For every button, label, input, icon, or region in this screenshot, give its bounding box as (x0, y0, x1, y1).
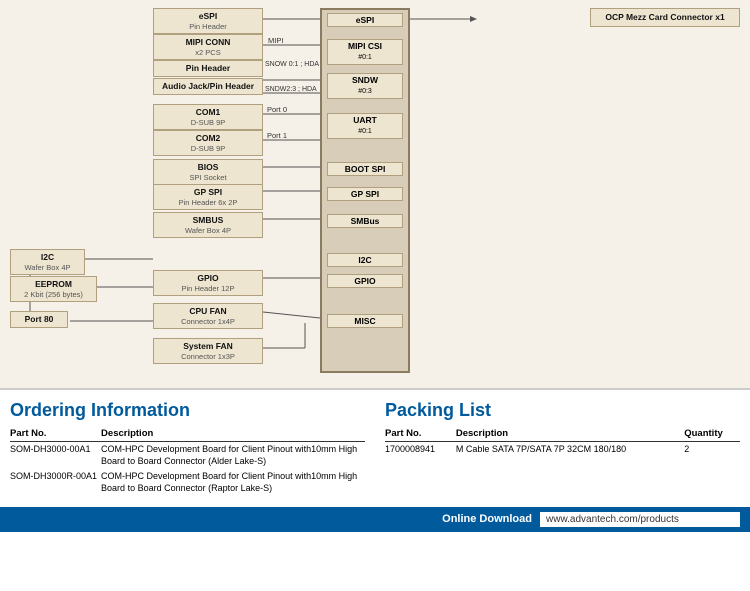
smbus-box: SMBUS Wafer Box 4P (153, 212, 263, 238)
ordering-row2-part: SOM-DH3000R-00A1 (10, 469, 101, 496)
gpio-sub: Pin Header 12P (157, 284, 259, 293)
com2-main: COM2 (157, 133, 259, 144)
mipi-main: MIPI CONN (157, 37, 259, 48)
ordering-row1-desc: COM-HPC Development Board for Client Pin… (101, 442, 365, 470)
sndw-hda-label: SNDW2:3 ; HDA (265, 86, 317, 93)
ocp-mezz-box: OCP Mezz Card Connector x1 (590, 8, 740, 27)
bottom-section: Ordering Information Part No. Descriptio… (0, 390, 750, 497)
ordering-row-1: SOM-DH3000-00A1 COM-HPC Development Boar… (10, 442, 365, 470)
chip-block: eSPI MIPI CSI#0:1 SNDW#0:3 UART#0:1 BOOT… (320, 8, 410, 373)
ordering-info-panel: Ordering Information Part No. Descriptio… (10, 400, 385, 497)
snow-hda-label: SNOW 0:1 ; HDA (265, 61, 319, 68)
ordering-row2-desc: COM-HPC Development Board for Client Pin… (101, 469, 365, 496)
cpu-fan-main: CPU FAN (157, 306, 259, 317)
packing-row1-part: 1700008941 (385, 442, 456, 458)
packing-table: Part No. Description Quantity 1700008941… (385, 427, 740, 458)
ordering-title: Ordering Information (10, 400, 365, 421)
gpio-bus-label: GPIO (327, 274, 403, 288)
smbus-bus-label: SMBus (327, 214, 403, 228)
com1-box: COM1 D-SUB 9P (153, 104, 263, 130)
mipi-line-label: MIPI (268, 36, 283, 45)
port80-main: Port 80 (14, 314, 64, 325)
ordering-row1-part: SOM-DH3000-00A1 (10, 442, 101, 470)
audio-jack-box: Audio Jack/Pin Header (153, 78, 263, 95)
ordering-col-part: Part No. (10, 427, 101, 442)
footer-url: www.advantech.com/products (540, 512, 740, 527)
misc-bus-label: MISC (327, 314, 403, 328)
ordering-row-2: SOM-DH3000R-00A1 COM-HPC Development Boa… (10, 469, 365, 496)
i2c-main: I2C (14, 252, 81, 263)
bios-box: BIOS SPI Socket (153, 159, 263, 185)
eeprom-sub: 2 Kbit (256 bytes) (14, 290, 93, 299)
packing-row1-qty: 2 (684, 442, 740, 458)
smbus-main: SMBUS (157, 215, 259, 226)
espi-bus-label: eSPI (327, 13, 403, 27)
com1-sub: D-SUB 9P (157, 118, 259, 127)
footer-label: Online Download (442, 513, 532, 525)
uart-bus-label: UART#0:1 (327, 113, 403, 139)
eeprom-main: EEPROM (14, 279, 93, 290)
gp-spi-main: GP SPI (157, 187, 259, 198)
packing-title: Packing List (385, 400, 740, 421)
mipi-bus-label: MIPI CSI#0:1 (327, 39, 403, 65)
smbus-sub: Wafer Box 4P (157, 226, 259, 235)
com2-sub: D-SUB 9P (157, 144, 259, 153)
sys-fan-main: System FAN (157, 341, 259, 352)
packing-col-desc: Description (456, 427, 684, 442)
diagram-wrapper: OCP Mezz Card Connector x1 eSPI Pin Head… (10, 8, 740, 383)
sys-fan-sub: Connector 1x3P (157, 352, 259, 361)
gpio-main: GPIO (157, 273, 259, 284)
audio-jack-main: Audio Jack/Pin Header (157, 81, 259, 92)
boot-spi-bus-label: BOOT SPI (327, 162, 403, 176)
ordering-table: Part No. Description SOM-DH3000-00A1 COM… (10, 427, 365, 497)
com2-box: COM2 D-SUB 9P (153, 130, 263, 156)
footer: Online Download www.advantech.com/produc… (0, 507, 750, 532)
eeprom-box: EEPROM 2 Kbit (256 bytes) (10, 276, 97, 302)
port0-label: Port 0 (267, 105, 287, 114)
port1-label: Port 1 (267, 131, 287, 140)
packing-col-qty: Quantity (684, 427, 740, 442)
com1-main: COM1 (157, 107, 259, 118)
pin-header-main: Pin Header (157, 63, 259, 74)
mipi-sub: x2 PCS (157, 48, 259, 57)
sndw-bus-label: SNDW#0:3 (327, 73, 403, 99)
i2c-box: I2C Wafer Box 4P (10, 249, 85, 275)
i2c-bus-label: I2C (327, 253, 403, 267)
bios-sub: SPI Socket (157, 173, 259, 182)
mipi-conn-box: MIPI CONN x2 PCS (153, 34, 263, 60)
diagram-area: OCP Mezz Card Connector x1 eSPI Pin Head… (0, 0, 750, 390)
cpu-fan-sub: Connector 1x4P (157, 317, 259, 326)
espi-header-box: eSPI Pin Header (153, 8, 263, 34)
gp-spi-bus-label: GP SPI (327, 187, 403, 201)
espi-main: eSPI (157, 11, 259, 22)
packing-row-1: 1700008941 M Cable SATA 7P/SATA 7P 32CM … (385, 442, 740, 458)
packing-col-part: Part No. (385, 427, 456, 442)
pin-header-box: Pin Header (153, 60, 263, 77)
ocp-mezz-label: OCP Mezz Card Connector x1 (605, 12, 724, 22)
espi-sub: Pin Header (157, 22, 259, 31)
gp-spi-sub: Pin Header 6x 2P (157, 198, 259, 207)
sys-fan-box: System FAN Connector 1x3P (153, 338, 263, 364)
ordering-col-desc: Description (101, 427, 365, 442)
gp-spi-box: GP SPI Pin Header 6x 2P (153, 184, 263, 210)
bios-main: BIOS (157, 162, 259, 173)
gpio-box: GPIO Pin Header 12P (153, 270, 263, 296)
packing-list-panel: Packing List Part No. Description Quanti… (385, 400, 740, 497)
packing-row1-desc: M Cable SATA 7P/SATA 7P 32CM 180/180 (456, 442, 684, 458)
i2c-sub: Wafer Box 4P (14, 263, 81, 272)
cpu-fan-box: CPU FAN Connector 1x4P (153, 303, 263, 329)
port80-box: Port 80 (10, 311, 68, 328)
